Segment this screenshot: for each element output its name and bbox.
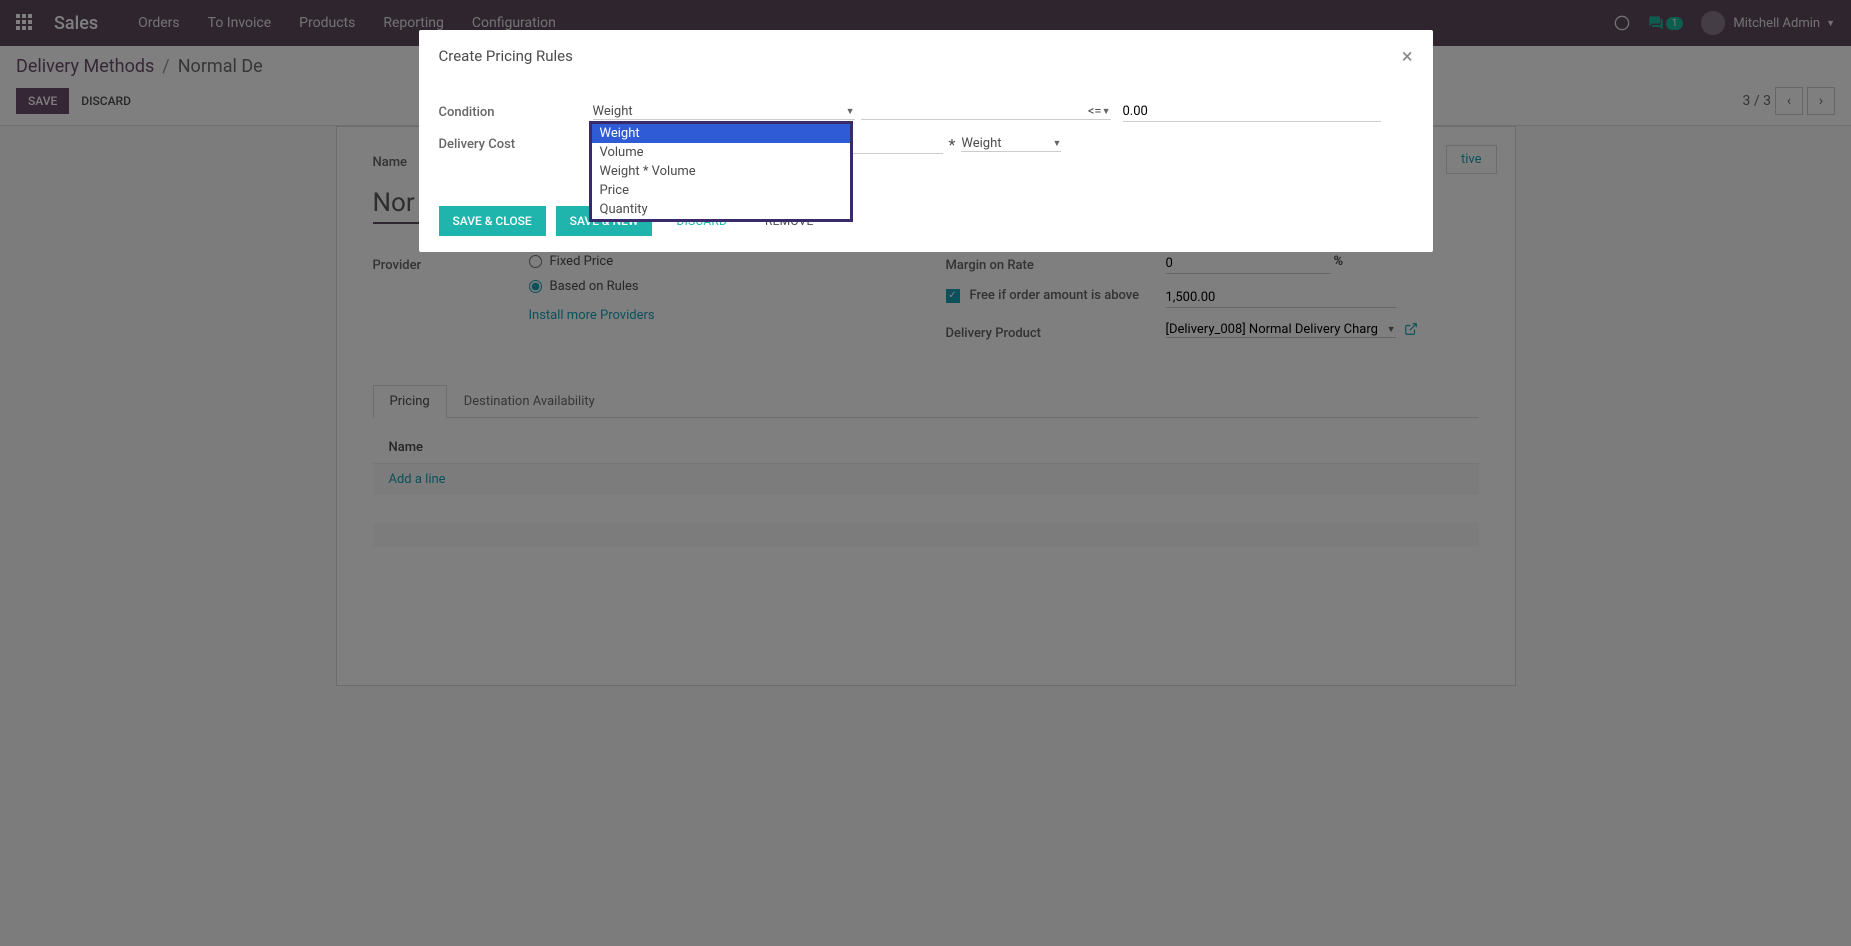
operator-select[interactable]: <= ▼: [861, 104, 1111, 120]
caret-down-icon: ▼: [846, 106, 855, 117]
modal-title: Create Pricing Rules: [439, 47, 573, 65]
option-weight-volume[interactable]: Weight * Volume: [592, 162, 850, 181]
caret-down-icon: ▼: [1102, 106, 1111, 117]
condition-dropdown: Weight Volume Weight * Volume Price Quan…: [589, 121, 853, 222]
option-weight[interactable]: Weight: [592, 124, 850, 143]
condition-label: Condition: [439, 105, 593, 120]
option-volume[interactable]: Volume: [592, 143, 850, 162]
create-pricing-rules-modal: Create Pricing Rules × Condition Weight …: [419, 30, 1433, 252]
condition-value-input[interactable]: [1123, 102, 1381, 122]
caret-down-icon: ▼: [1052, 138, 1061, 149]
close-icon[interactable]: ×: [1402, 46, 1413, 66]
save-close-button[interactable]: Save & Close: [439, 206, 546, 236]
delivery-cost-label: Delivery Cost: [439, 137, 593, 152]
option-quantity[interactable]: Quantity: [592, 200, 850, 219]
cost-unit-value: Weight: [961, 136, 1052, 151]
condition-field-value: Weight: [593, 104, 846, 119]
option-price[interactable]: Price: [592, 181, 850, 200]
operator-value: <=: [861, 104, 1102, 119]
condition-field-select[interactable]: Weight ▼ Weight Volume Weight * Volume P…: [593, 104, 855, 120]
multiply-star: *: [949, 135, 956, 154]
cost-unit-select[interactable]: Weight ▼: [961, 136, 1061, 152]
modal-backdrop: Create Pricing Rules × Condition Weight …: [0, 0, 1851, 946]
